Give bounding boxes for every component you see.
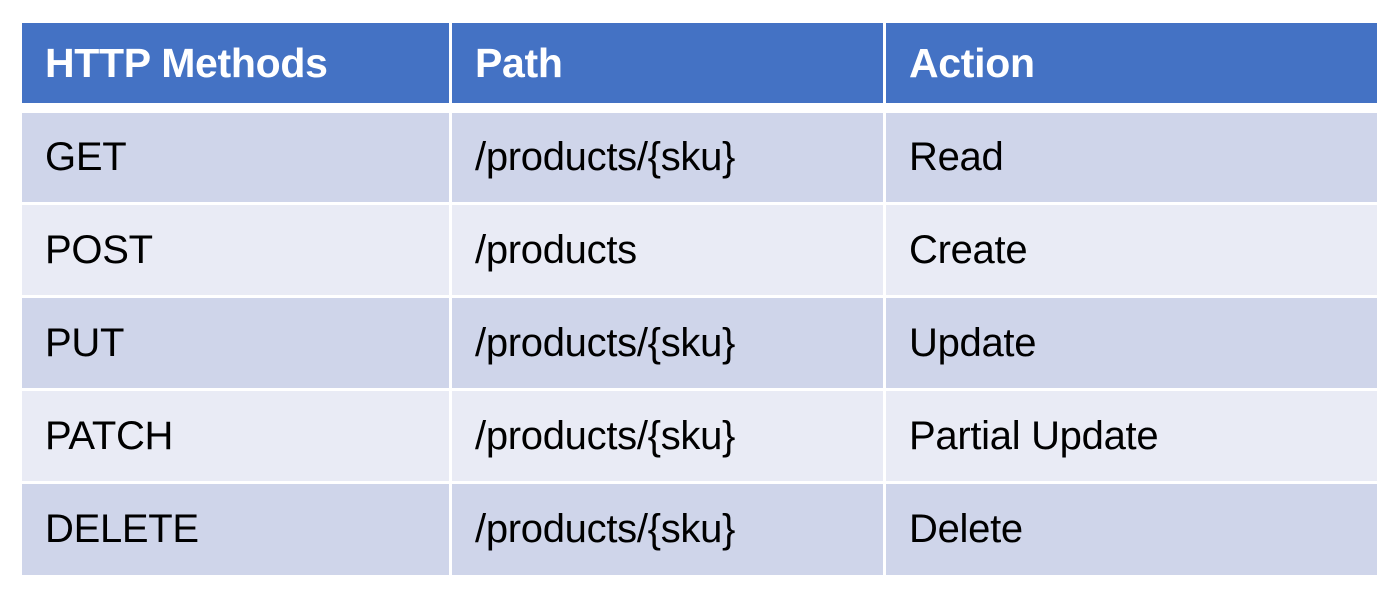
- table-cell-method: GET: [22, 113, 449, 202]
- table-cell-action: Create: [886, 205, 1377, 295]
- table-cell-action: Update: [886, 298, 1377, 388]
- table-cell-method: POST: [22, 205, 449, 295]
- table-cell-path: /products/{sku}: [452, 484, 883, 575]
- http-methods-table: HTTP Methods Path Action GET /products/{…: [22, 23, 1377, 575]
- table-cell-path: /products/{sku}: [452, 113, 883, 202]
- table-cell-action: Read: [886, 113, 1377, 202]
- table-cell-method: PUT: [22, 298, 449, 388]
- table-cell-action: Partial Update: [886, 391, 1377, 481]
- column-header-action: Action: [886, 23, 1377, 103]
- table-cell-path: /products/{sku}: [452, 391, 883, 481]
- column-header-http-methods: HTTP Methods: [22, 23, 449, 103]
- table-cell-method: PATCH: [22, 391, 449, 481]
- table-cell-path: /products: [452, 205, 883, 295]
- table-cell-path: /products/{sku}: [452, 298, 883, 388]
- column-header-path: Path: [452, 23, 883, 103]
- table-cell-method: DELETE: [22, 484, 449, 575]
- table-cell-action: Delete: [886, 484, 1377, 575]
